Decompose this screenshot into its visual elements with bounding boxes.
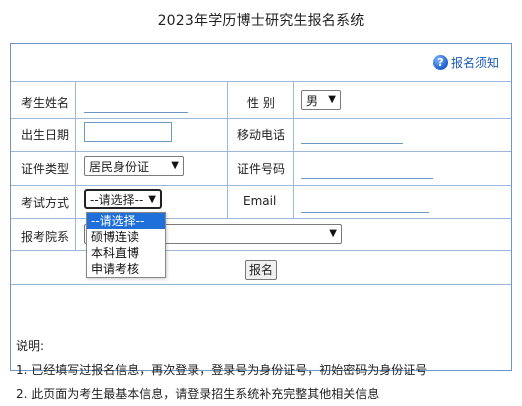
gender-select[interactable]: 男 ▼ — [301, 90, 341, 110]
dropdown-option[interactable]: --请选择-- — [87, 213, 165, 229]
chevron-down-icon: ▼ — [148, 194, 156, 205]
name-input[interactable] — [84, 94, 188, 113]
divider — [293, 81, 294, 218]
chevron-down-icon: ▼ — [329, 228, 337, 239]
id-type-select-value: 居民身份证 — [89, 159, 150, 174]
submit-button[interactable]: 报名 — [245, 260, 277, 280]
phone-input[interactable] — [301, 125, 403, 144]
notes-item: 1. 已经填写过报名信息，再次登录，登录号为身份证号，初始密码为身份证号 — [16, 363, 428, 377]
registration-form: ? 报名须知 考生姓名 性 别 男 ▼ 出生日期 移动电话 证件类型 居民身份证… — [10, 43, 512, 401]
notes-item: 2. 此页面为考生最基本信息，请登录招生系统补充完整其他相关信息 — [16, 387, 380, 401]
id-type-select[interactable]: 居民身份证 ▼ — [84, 156, 184, 176]
id-number-label: 证件号码 — [237, 162, 286, 176]
birth-date-input[interactable] — [84, 122, 172, 142]
notes-section: 说明: 1. 已经填写过报名信息，再次登录，登录号为身份证号，初始密码为身份证号… — [16, 334, 427, 406]
gender-select-value: 男 — [306, 93, 319, 108]
notice-link[interactable]: ? 报名须知 — [432, 54, 499, 71]
birth-label: 出生日期 — [21, 128, 70, 142]
page-title: 2023年学历博士研究生报名系统 — [157, 13, 365, 29]
dropdown-option[interactable]: 硕博连读 — [87, 229, 165, 245]
exam-mode-label: 考试方式 — [21, 196, 70, 210]
school-label: 报考院系 — [21, 230, 70, 244]
id-type-label: 证件类型 — [21, 162, 70, 176]
notes-heading: 说明: — [16, 339, 45, 353]
email-label: Email — [243, 194, 277, 208]
divider — [11, 118, 511, 119]
chevron-down-icon: ▼ — [328, 94, 336, 105]
help-circle-icon: ? — [432, 55, 448, 70]
notice-link-label: 报名须知 — [450, 56, 499, 70]
exam-mode-select-value: --请选择-- — [90, 192, 144, 207]
divider — [11, 81, 511, 82]
divider — [75, 81, 76, 250]
name-label: 考生姓名 — [21, 96, 70, 110]
id-number-input[interactable] — [301, 160, 433, 179]
gender-label: 性 别 — [247, 96, 275, 110]
dropdown-option[interactable]: 本科直博 — [87, 245, 165, 261]
exam-mode-dropdown: --请选择-- 硕博连读 本科直博 申请考核 — [86, 212, 166, 278]
dropdown-option[interactable]: 申请考核 — [87, 261, 165, 277]
divider — [227, 81, 228, 218]
divider — [11, 284, 511, 285]
divider — [11, 185, 511, 186]
phone-label: 移动电话 — [237, 128, 286, 142]
chevron-down-icon: ▼ — [171, 160, 179, 171]
exam-mode-select[interactable]: --请选择-- ▼ — [84, 189, 162, 209]
divider — [11, 151, 511, 152]
email-input[interactable] — [301, 194, 429, 213]
